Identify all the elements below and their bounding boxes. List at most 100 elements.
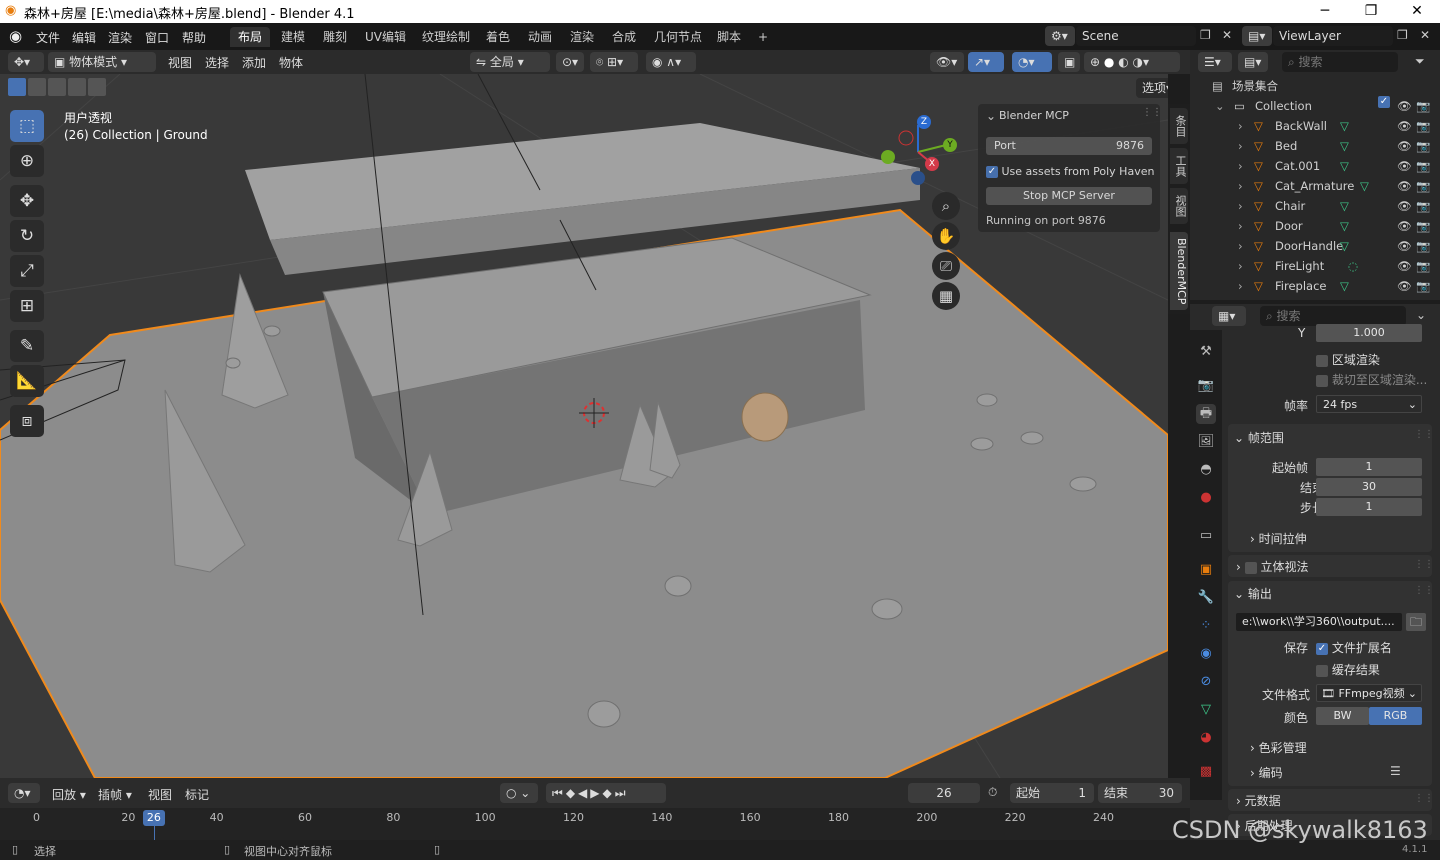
menu-help[interactable]: 帮助 xyxy=(182,29,206,46)
outliner-search-input[interactable]: ⌕ 搜索 xyxy=(1282,52,1398,72)
step-field[interactable]: 1 xyxy=(1316,498,1422,516)
play-reverse-icon[interactable]: ◀ xyxy=(578,786,590,800)
expand-chevron-icon[interactable]: › xyxy=(1238,256,1243,276)
render-camera-icon[interactable]: 📷 xyxy=(1416,176,1430,196)
marker-menu[interactable]: 标记 xyxy=(185,786,209,803)
crop-region-checkbox[interactable]: 裁切至区域渲染... xyxy=(1316,371,1427,388)
port-field[interactable]: Port 9876 xyxy=(986,137,1152,155)
metadata-panel[interactable]: › 元数据 ⋮⋮ xyxy=(1228,789,1434,811)
end-frame-timeline-field[interactable]: 结束 30 xyxy=(1098,783,1182,803)
playback-menu[interactable]: 回放 ▾ xyxy=(52,786,86,803)
visibility-eye-icon[interactable]: 👁 xyxy=(1397,216,1412,236)
menu-window[interactable]: 窗口 xyxy=(145,29,169,46)
move-tool-icon[interactable]: ✥ xyxy=(10,185,44,217)
mesh-data-icon[interactable]: ▽ xyxy=(1340,136,1349,156)
rendered-shading-icon[interactable]: ◑ xyxy=(1133,55,1143,69)
visibility-eye-icon[interactable]: 👁 xyxy=(1397,196,1412,216)
outliner-item[interactable]: › ▽ Fireplace ▽ 👁 📷 xyxy=(1190,276,1440,296)
mesh-data-icon[interactable]: ▽ xyxy=(1340,116,1349,136)
keying-menu[interactable]: 插帧 ▾ xyxy=(98,786,132,803)
time-stretch-subpanel[interactable]: › 时间拉伸 xyxy=(1250,530,1307,547)
visibility-eye-icon[interactable]: 👁 xyxy=(1397,136,1412,156)
select-box-tool-icon[interactable]: ⬚ xyxy=(10,110,44,142)
scene-name-field[interactable]: Scene xyxy=(1076,26,1196,46)
outliner-item[interactable]: › ▽ BackWall ▽ 👁 📷 xyxy=(1190,116,1440,136)
proportional-editing-icon[interactable]: ◉ ∧▾ xyxy=(646,52,696,72)
tab-scripting[interactable]: 脚本 xyxy=(709,27,749,47)
tab-view[interactable]: 视图 xyxy=(1170,188,1188,224)
visibility-eye-icon[interactable]: 👁 xyxy=(1397,276,1412,296)
tab-geometry-nodes[interactable]: 几何节点 xyxy=(646,27,710,47)
material-tab-icon[interactable]: ◕ xyxy=(1196,728,1216,748)
transform-tool-icon[interactable]: ⊞ xyxy=(10,290,44,322)
view-layer-tab-icon[interactable]: 🖼 xyxy=(1196,432,1216,452)
frame-rate-dropdown[interactable]: 24 fps ⌄ xyxy=(1316,395,1422,413)
menu-render[interactable]: 渲染 xyxy=(108,29,132,46)
render-camera-icon[interactable]: 📷 xyxy=(1416,236,1430,256)
menu-add[interactable]: 添加 xyxy=(242,54,266,71)
outliner-editor-type-icon[interactable]: ☰▾ xyxy=(1198,52,1232,72)
collapse-chevron-icon[interactable]: ⌄ xyxy=(986,109,996,123)
zoom-icon[interactable]: ⌕ xyxy=(932,192,960,220)
constraints-tab-icon[interactable]: ⊘ xyxy=(1196,672,1216,692)
scene-tab-icon[interactable]: ◓ xyxy=(1196,460,1216,480)
menu-select[interactable]: 选择 xyxy=(205,54,229,71)
modifier-tab-icon[interactable]: 🔧 xyxy=(1196,588,1216,608)
physics-tab-icon[interactable]: ◉ xyxy=(1196,644,1216,664)
color-management-subpanel[interactable]: › 色彩管理 xyxy=(1250,739,1307,756)
view-layer-name-field[interactable]: ViewLayer xyxy=(1273,26,1393,46)
outliner-item[interactable]: › ▽ Bed ▽ 👁 📷 xyxy=(1190,136,1440,156)
visibility-eye-icon[interactable]: 👁 xyxy=(1397,176,1412,196)
jump-end-icon[interactable]: ⏭ xyxy=(615,786,629,800)
visibility-eye-icon[interactable]: 👁 xyxy=(1397,156,1412,176)
data-tab-icon[interactable]: ▽ xyxy=(1196,700,1216,720)
tab-animation[interactable]: 动画 xyxy=(520,27,560,47)
expand-chevron-icon[interactable]: › xyxy=(1238,176,1243,196)
wireframe-shading-icon[interactable]: ⊕ xyxy=(1090,55,1100,69)
mode-selector[interactable]: ▣ 物体模式 ▾ xyxy=(48,52,156,72)
display-mode-icon[interactable]: ▤▾ xyxy=(1238,52,1268,72)
drag-handle-icon[interactable]: ⋮⋮ xyxy=(1414,585,1434,596)
stereoscopy-panel[interactable]: › 立体视法 ⋮⋮ xyxy=(1228,555,1434,577)
auto-keying-icon[interactable]: ○ ⌄ xyxy=(500,783,538,803)
tab-uv-editing[interactable]: UV编辑 xyxy=(357,27,414,47)
jump-start-icon[interactable]: ⏮ xyxy=(552,786,566,800)
visibility-eye-icon[interactable]: 👁 xyxy=(1397,116,1412,136)
blender-menu-icon[interactable]: ◉ xyxy=(9,27,22,45)
y-value-field[interactable]: 1.000 xyxy=(1316,324,1422,342)
outliner-item[interactable]: › ▽ Door ▽ 👁 📷 xyxy=(1190,216,1440,236)
outliner-item[interactable]: › ▽ DoorHandle ▽ 👁 📷 xyxy=(1190,236,1440,256)
tab-rendering[interactable]: 渲染 xyxy=(562,27,602,47)
menu-object[interactable]: 物体 xyxy=(279,54,303,71)
filter-icon[interactable]: ⏷ xyxy=(1415,54,1425,69)
tab-blendermcp[interactable]: BlenderMCP xyxy=(1170,232,1188,310)
metadata-header[interactable]: › 元数据 xyxy=(1236,792,1281,809)
expand-chevron-icon[interactable]: › xyxy=(1238,116,1243,136)
output-path-field[interactable]: e:\\work\\学习360\\output.... xyxy=(1236,613,1402,631)
render-camera-icon[interactable]: 📷 xyxy=(1416,116,1430,136)
visibility-eye-icon[interactable]: 👁 xyxy=(1397,96,1412,116)
material-shading-icon[interactable]: ◐ xyxy=(1118,55,1128,69)
folder-browse-icon[interactable]: 🗀 xyxy=(1406,613,1426,631)
stereoscopy-header[interactable]: › 立体视法 xyxy=(1236,558,1308,575)
frame-range-header[interactable]: ⌄ 帧范围 xyxy=(1234,429,1284,446)
file-format-dropdown[interactable]: 🎞 FFmpeg视频 ⌄ xyxy=(1316,684,1422,702)
texture-tab-icon[interactable]: ▩ xyxy=(1196,762,1216,782)
mesh-data-icon[interactable]: ▽ xyxy=(1340,236,1349,256)
drag-handle-icon[interactable]: ⋮⋮ xyxy=(1414,559,1434,570)
select-subtract-icon[interactable] xyxy=(48,78,66,96)
minimize-button[interactable]: ─ xyxy=(1302,0,1348,23)
solid-shading-icon[interactable]: ● xyxy=(1104,55,1114,69)
transform-orientation-dropdown[interactable]: ⇋ 全局 ▾ xyxy=(470,52,550,72)
collection-row[interactable]: ⌄ ▭ Collection ✓ 👁 📷 xyxy=(1190,96,1440,116)
render-camera-icon[interactable]: 📷 xyxy=(1416,96,1430,116)
presets-list-icon[interactable]: ☰ xyxy=(1390,764,1401,778)
pan-hand-icon[interactable]: ✋ xyxy=(932,222,960,250)
preview-range-clock-icon[interactable]: ⏱ xyxy=(988,785,997,800)
new-view-layer-icon[interactable]: ❐ xyxy=(1397,28,1408,42)
cursor-tool-icon[interactable]: ⊕ xyxy=(10,145,44,177)
restore-button[interactable]: ❐ xyxy=(1348,0,1394,23)
end-frame-field[interactable]: 30 xyxy=(1316,478,1422,496)
tab-layout[interactable]: 布局 xyxy=(230,27,271,47)
start-frame-timeline-field[interactable]: 起始 1 xyxy=(1010,783,1094,803)
